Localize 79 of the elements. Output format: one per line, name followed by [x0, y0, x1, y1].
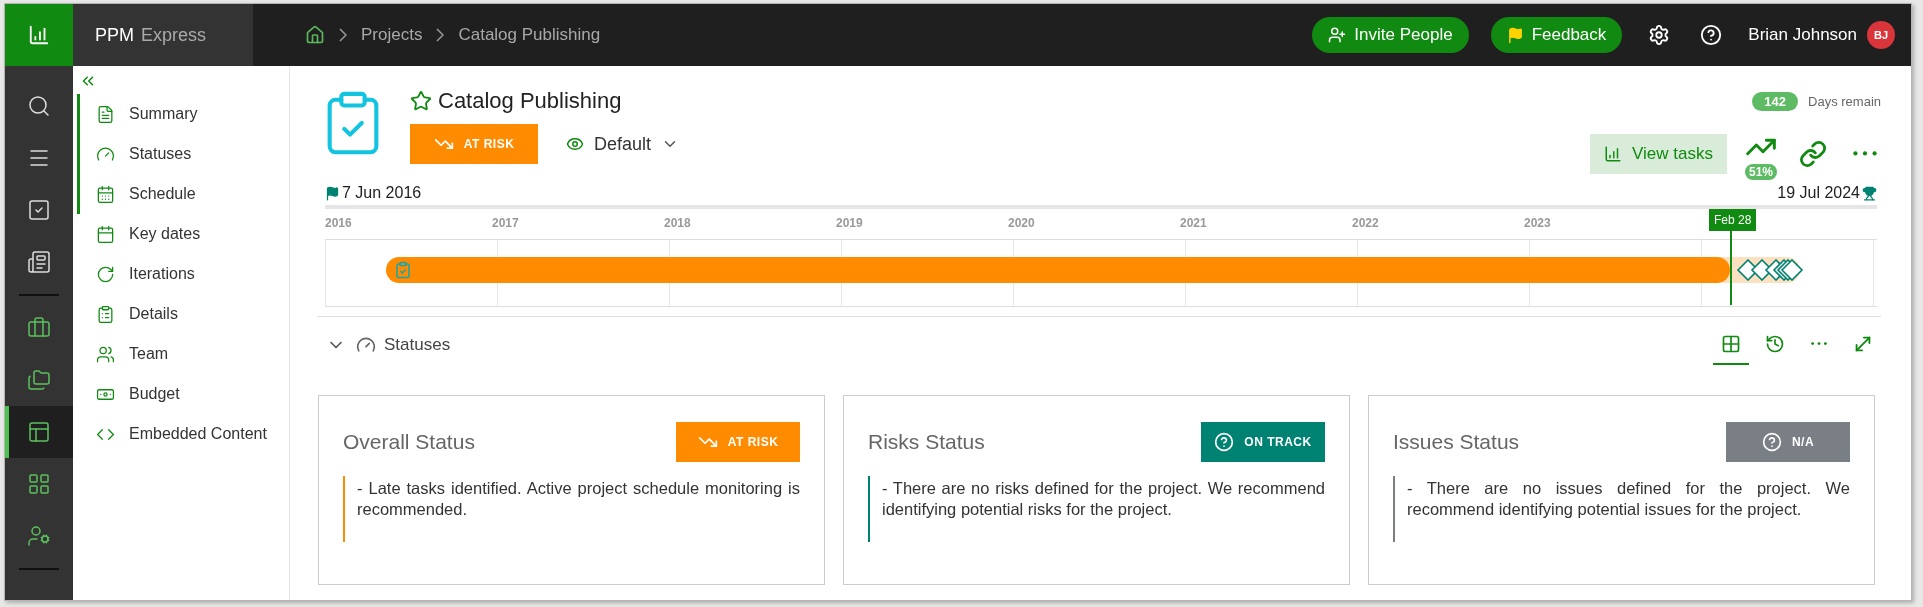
settings-icon: [1648, 24, 1671, 46]
flag-icon: [1506, 26, 1524, 44]
app-name-suffix: Express: [141, 24, 207, 46]
today-label: Feb 28: [1709, 209, 1757, 231]
nav-item[interactable]: Schedule: [77, 174, 289, 214]
progress-badge: 51%: [1744, 164, 1777, 180]
status-note: - There are no risks defined for the project. We recommend identifying potential risks for the project.: [868, 476, 1325, 542]
rail-button[interactable]: [5, 406, 73, 458]
iterations-icon: [96, 264, 115, 284]
folders-icon: [27, 368, 51, 392]
help-circle-icon: [1214, 432, 1235, 452]
tasks-icon: [27, 198, 51, 222]
view-tasks-button[interactable]: View tasks: [1590, 133, 1727, 174]
chevron-icon: [339, 28, 347, 42]
year-label: 2019: [836, 215, 864, 232]
grid-icon: [1721, 334, 1741, 354]
nav-item[interactable]: Details: [77, 294, 289, 334]
home-icon[interactable]: [305, 25, 325, 45]
chevron-icon: [436, 28, 445, 42]
breadcrumb-item[interactable]: Projects: [361, 25, 423, 45]
view-dropdown[interactable]: Default: [560, 132, 686, 156]
flag-icon: [325, 185, 340, 201]
summary-icon: [96, 104, 115, 124]
nav-item[interactable]: Key dates: [77, 214, 289, 254]
nav-item[interactable]: Embedded Content: [77, 414, 289, 454]
days-count: 142: [1752, 92, 1799, 111]
user-avatar[interactable]: BJ: [1867, 21, 1895, 49]
help-icon: [1700, 24, 1723, 46]
more-icon: [1853, 151, 1877, 156]
bar-chart-icon: [1604, 144, 1622, 163]
nav-item[interactable]: Statuses: [77, 134, 289, 174]
user-settings-icon: [27, 524, 51, 548]
card-title: Risks Status: [868, 430, 985, 454]
nav-item[interactable]: Team: [77, 334, 289, 374]
eye-icon: [566, 135, 584, 153]
status-note: - Late tasks identified. Active project schedule monitoring is recommended.: [343, 476, 800, 542]
reports-icon: [27, 250, 51, 274]
status-note: - There are no issues defined for the project. We recommend identifying potential issues for the project.: [1393, 476, 1850, 542]
user-name[interactable]: Brian Johnson: [1748, 25, 1857, 45]
nav-item[interactable]: Iterations: [77, 254, 289, 294]
team-icon: [96, 344, 115, 364]
year-label: 2022: [1352, 215, 1380, 232]
help-circle-icon: [1761, 432, 1782, 452]
project-title: Catalog Publishing: [438, 88, 622, 114]
start-date: 7 Jun 2016: [342, 184, 422, 202]
app-name: PPM: [95, 24, 134, 46]
details-icon: [96, 304, 115, 324]
year-label: 2017: [492, 215, 520, 232]
days-remain-label: Days remain: [1808, 94, 1881, 109]
favorite-star-icon[interactable]: [410, 90, 432, 112]
status-badge: N/A: [1726, 422, 1850, 462]
link-icon: [1799, 139, 1827, 168]
invite-people-button[interactable]: Invite People: [1312, 17, 1469, 53]
status-badge: AT RISK: [410, 124, 538, 164]
user-plus-icon: [1328, 26, 1347, 44]
briefcase-icon: [27, 316, 51, 340]
schedule-icon: [96, 184, 115, 204]
section-title: Statuses: [384, 335, 452, 355]
nav-item[interactable]: Budget: [77, 374, 289, 414]
trophy-icon: [1862, 185, 1877, 201]
status-badge: ON TRACK: [1201, 422, 1325, 462]
logo-icon[interactable]: [28, 24, 50, 46]
card-title: Issues Status: [1393, 430, 1520, 454]
more-icon: [1811, 342, 1827, 346]
search-icon: [27, 94, 51, 118]
year-label: 2018: [664, 215, 692, 232]
card-title: Overall Status: [343, 430, 475, 454]
history-icon: [1765, 334, 1785, 354]
breadcrumb-item[interactable]: Catalog Publishing: [458, 25, 601, 45]
key-dates-icon: [96, 224, 115, 244]
board-icon: [27, 472, 51, 496]
year-label: 2020: [1008, 215, 1036, 232]
clipboard-icon: [394, 261, 412, 279]
year-label: 2023: [1524, 215, 1552, 232]
status-badge: AT RISK: [676, 422, 800, 462]
end-date: 19 Jul 2024: [1777, 184, 1860, 202]
feedback-button[interactable]: Feedback: [1490, 17, 1623, 53]
nav-item[interactable]: Summary: [77, 94, 289, 134]
year-label: 2021: [1180, 215, 1208, 232]
